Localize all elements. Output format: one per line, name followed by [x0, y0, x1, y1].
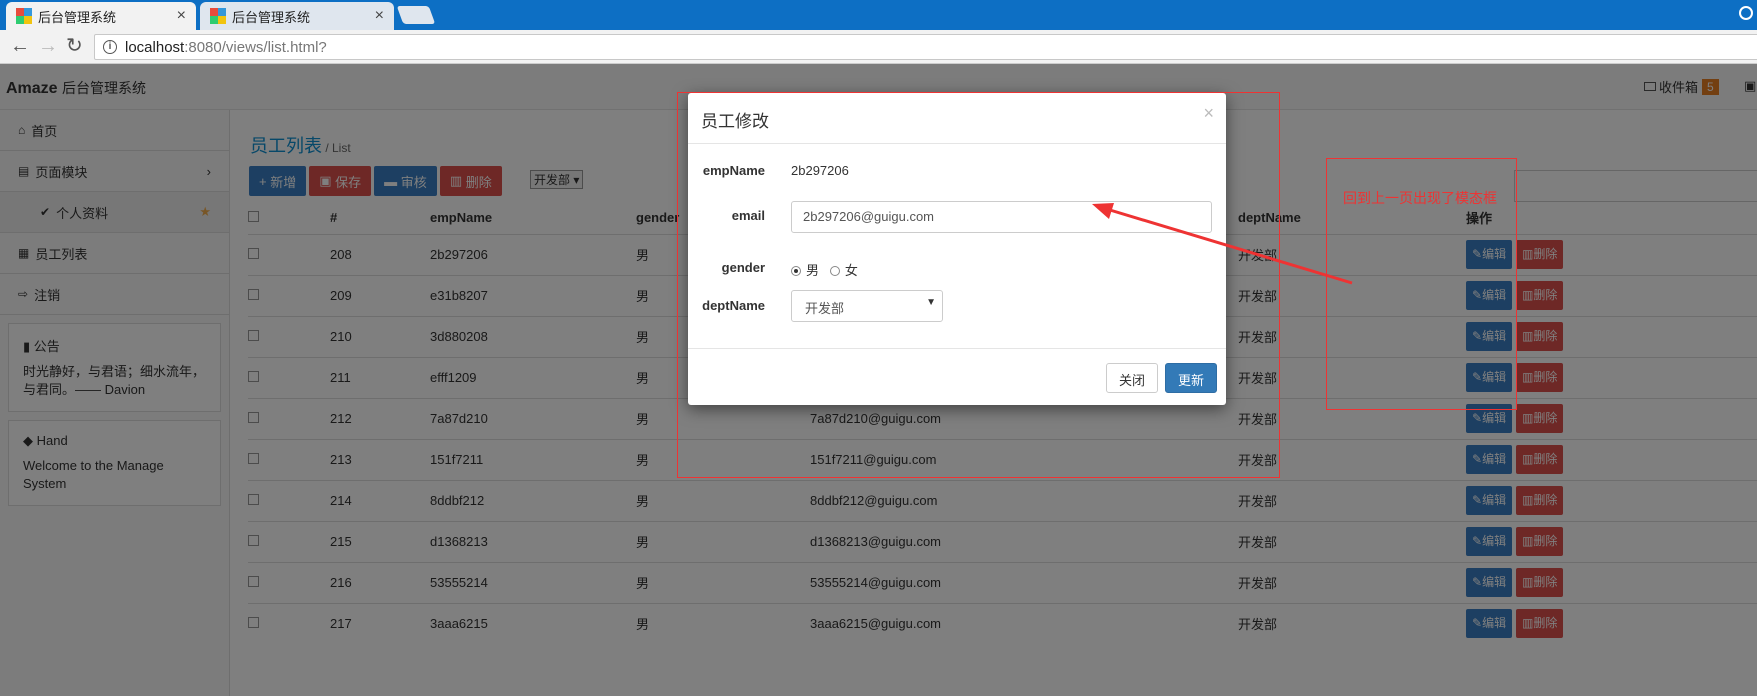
annotation-arrow-icon [1092, 203, 1353, 285]
